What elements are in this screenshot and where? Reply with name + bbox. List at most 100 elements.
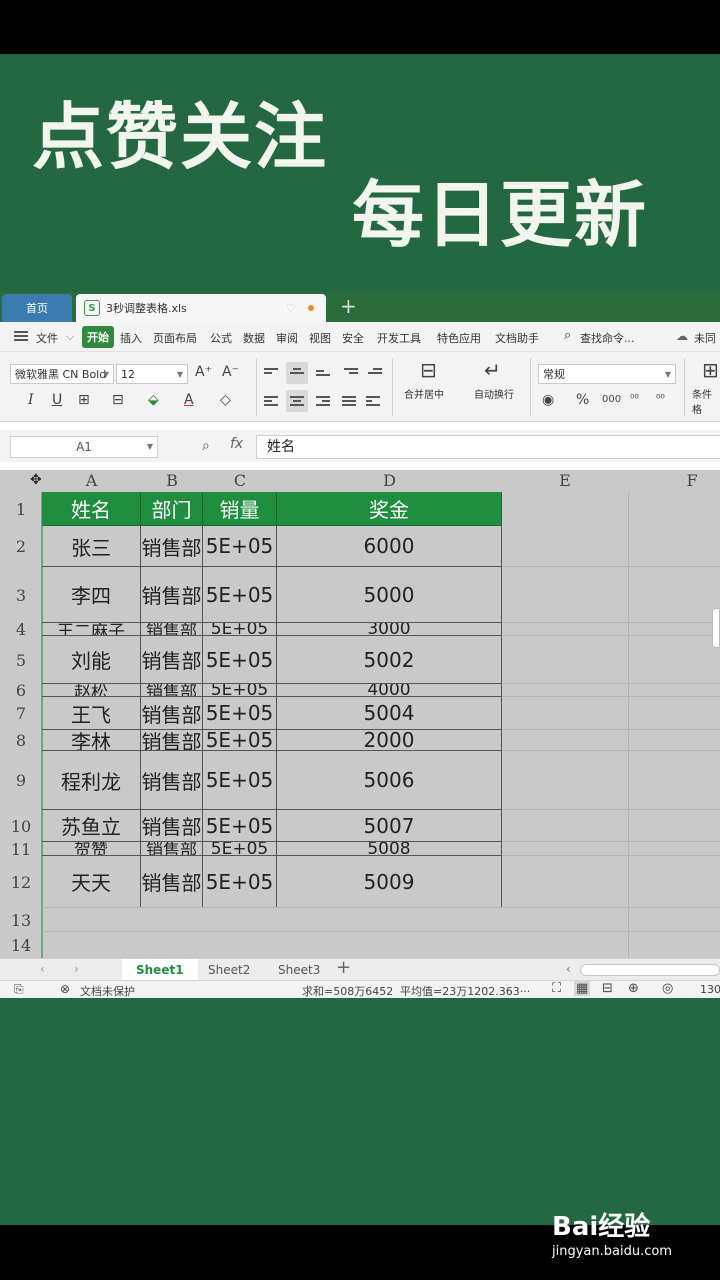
protect-status[interactable]: 文档未保护: [80, 983, 135, 998]
table-cell-dept[interactable]: 销售部: [141, 636, 203, 684]
menu-item-formulas[interactable]: 公式: [210, 330, 232, 346]
menu-item-start[interactable]: 开始: [82, 326, 114, 348]
row-header[interactable]: 7: [0, 697, 42, 730]
table-cell-bonus[interactable]: 5004: [277, 697, 502, 730]
hamburger-icon[interactable]: [14, 331, 28, 341]
font-size-select[interactable]: 12 ▼: [116, 364, 188, 384]
tab-home[interactable]: 首页: [2, 294, 72, 322]
header-cell-bonus[interactable]: 奖金: [277, 492, 502, 526]
table-cell-name[interactable]: 李四: [42, 567, 141, 623]
table-cell-sales[interactable]: 5E+05: [203, 697, 277, 730]
conditional-format-icon[interactable]: ⊞: [702, 358, 719, 382]
eye-protect-icon[interactable]: ◎: [662, 981, 673, 996]
row-header[interactable]: 11: [0, 842, 42, 856]
row-header[interactable]: 1: [0, 492, 42, 526]
table-cell-sales[interactable]: 5E+05: [203, 810, 277, 842]
align-right-icon[interactable]: [316, 396, 330, 408]
table-cell-name[interactable]: 李林: [42, 730, 141, 751]
table-cell-dept[interactable]: 销售部: [141, 751, 203, 810]
column-header-f[interactable]: F: [628, 470, 720, 492]
menu-item-page-layout[interactable]: 页面布局: [153, 330, 197, 346]
table-cell-dept[interactable]: 销售部: [141, 526, 203, 567]
fill-pattern-icon[interactable]: ⊟: [112, 392, 124, 408]
chevron-down-icon[interactable]: ⌵: [66, 330, 74, 344]
table-cell-bonus[interactable]: 6000: [277, 526, 502, 567]
row-header[interactable]: 12: [0, 856, 42, 908]
table-cell-sales[interactable]: 5E+05: [203, 636, 277, 684]
normal-view-icon[interactable]: ▦: [574, 981, 591, 996]
align-bottom-icon[interactable]: [316, 370, 330, 382]
underline-button[interactable]: U: [52, 392, 62, 408]
menu-item-assistant[interactable]: 文档助手: [495, 330, 539, 346]
nav-prev-icon[interactable]: ‹: [40, 962, 45, 976]
table-cell-dept[interactable]: 销售部: [141, 730, 203, 751]
sheet-tab-2[interactable]: Sheet2: [194, 959, 264, 981]
table-cell-name[interactable]: 刘能: [42, 636, 141, 684]
wrap-text-button[interactable]: 自动换行: [474, 386, 514, 401]
conditional-format-button[interactable]: 条件格: [692, 386, 720, 416]
row-header[interactable]: 8: [0, 730, 42, 751]
table-cell-bonus[interactable]: 5006: [277, 751, 502, 810]
align-center-icon[interactable]: [290, 396, 304, 408]
menu-item-insert[interactable]: 插入: [120, 330, 142, 346]
menu-item-view[interactable]: 视图: [309, 330, 331, 346]
align-top-icon[interactable]: [264, 368, 278, 380]
menu-item-features[interactable]: 特色应用: [437, 330, 481, 346]
table-cell-dept[interactable]: 销售部: [141, 810, 203, 842]
column-header-e[interactable]: E: [502, 470, 628, 492]
table-cell-sales[interactable]: 5E+05: [203, 842, 277, 856]
table-cell-dept[interactable]: 销售部: [141, 623, 203, 636]
row-header[interactable]: 6: [0, 684, 42, 697]
row-header[interactable]: 3: [0, 567, 42, 623]
shrink-font-icon[interactable]: A⁻: [222, 364, 239, 380]
fill-color-icon[interactable]: ⬙: [148, 392, 159, 408]
command-search[interactable]: 查找命令...: [580, 330, 635, 346]
table-cell-sales[interactable]: 5E+05: [203, 856, 277, 908]
font-name-select[interactable]: 微软雅黑 CN Bold ▼: [10, 364, 114, 384]
table-cell-dept[interactable]: 销售部: [141, 567, 203, 623]
table-cell-dept[interactable]: 销售部: [141, 684, 203, 697]
table-cell-bonus[interactable]: 3000: [277, 623, 502, 636]
formula-input[interactable]: 姓名: [256, 435, 720, 459]
align-left-icon[interactable]: [264, 396, 278, 408]
table-cell-bonus[interactable]: 5000: [277, 567, 502, 623]
table-cell-dept[interactable]: 销售部: [141, 697, 203, 730]
increase-decimal-icon[interactable]: ⁰⁰: [630, 392, 639, 405]
table-cell-bonus[interactable]: 5007: [277, 810, 502, 842]
font-color-icon[interactable]: A: [184, 392, 194, 408]
column-header-d[interactable]: D: [277, 470, 502, 492]
align-middle-icon[interactable]: [290, 368, 304, 380]
table-cell-name[interactable]: 王二麻子: [42, 623, 141, 636]
header-cell-dept[interactable]: 部门: [141, 492, 203, 526]
column-header-c[interactable]: C: [203, 470, 277, 492]
zoom-lens-icon[interactable]: ⌕: [202, 438, 210, 454]
cloud-sync-icon[interactable]: ☁: [676, 329, 688, 343]
clear-format-icon[interactable]: ◇: [220, 392, 231, 408]
menu-item-data[interactable]: 数据: [243, 330, 265, 346]
indent-increase-icon[interactable]: [368, 368, 382, 380]
zoom-level[interactable]: 130: [700, 983, 720, 996]
number-format-select[interactable]: 常规 ▼: [538, 364, 676, 384]
border-icon[interactable]: ⊞: [78, 392, 90, 408]
row-header[interactable]: 13: [0, 908, 42, 932]
sync-status[interactable]: 未同: [694, 330, 716, 346]
table-cell-name[interactable]: 赵松: [42, 684, 141, 697]
table-cell-name[interactable]: 王飞: [42, 697, 141, 730]
fx-icon[interactable]: fx: [230, 436, 243, 452]
row-header[interactable]: 9: [0, 751, 42, 810]
column-header-a[interactable]: A: [42, 470, 141, 492]
page-break-icon[interactable]: ⊕: [628, 981, 639, 996]
page-layout-icon[interactable]: ⊟: [602, 981, 613, 996]
menu-item-review[interactable]: 审阅: [276, 330, 298, 346]
italic-button[interactable]: I: [28, 392, 34, 408]
nav-next-icon[interactable]: ›: [74, 962, 79, 976]
select-all-icon[interactable]: ✥: [30, 472, 42, 488]
decrease-decimal-icon[interactable]: ⁰⁰: [656, 392, 665, 405]
header-cell-name[interactable]: 姓名: [42, 492, 141, 526]
merge-center-button[interactable]: 合并居中: [404, 386, 444, 401]
table-cell-dept[interactable]: 销售部: [141, 842, 203, 856]
currency-icon[interactable]: ◉: [542, 392, 554, 408]
sheet-grid[interactable]: ✥ A B C D E F 1 姓名 部门 销量 奖金 2 张三 销售部 5E+05 6…: [0, 470, 720, 958]
table-cell-name[interactable]: 贺赞: [42, 842, 141, 856]
horizontal-scrollbar[interactable]: [580, 964, 720, 976]
